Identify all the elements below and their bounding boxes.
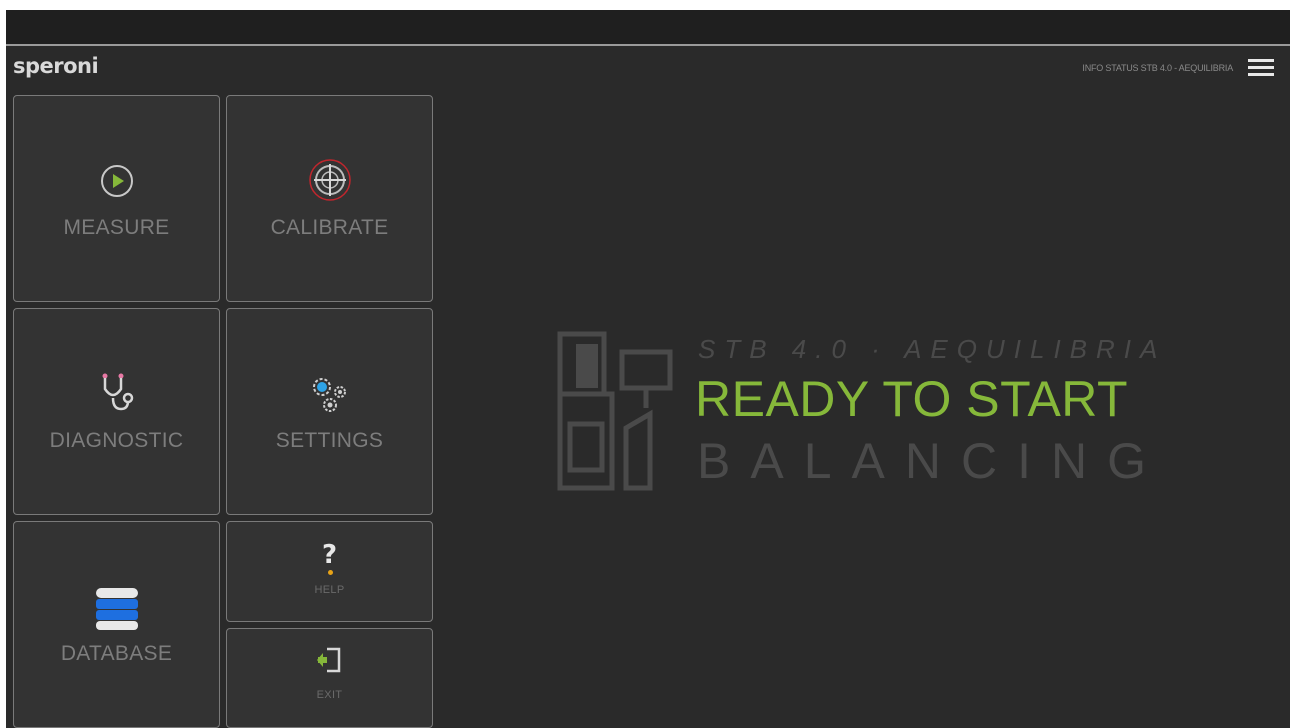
header: speroni INFO STATUS STB 4.0 - AEQUILIBRI…: [6, 46, 1290, 94]
balancing-subtitle: BALANCING: [697, 433, 1166, 489]
measure-button[interactable]: MEASURE: [13, 95, 220, 302]
help-dot-accent: [328, 570, 333, 575]
question-mark-icon: ?: [321, 540, 338, 570]
settings-button[interactable]: SETTINGS: [226, 308, 433, 515]
menu-button[interactable]: [1248, 56, 1276, 80]
database-icon: [95, 588, 138, 630]
ready-status-text: READY TO START: [695, 371, 1129, 427]
app-screen: speroni INFO STATUS STB 4.0 - AEQUILIBRI…: [6, 10, 1290, 728]
calibrate-label: CALIBRATE: [270, 216, 389, 239]
stethoscope-icon: [102, 373, 133, 411]
brand-logo: speroni: [13, 54, 99, 78]
status-hero: STB 4.0 · AEQUILIBRIA READY TO START BAL…: [554, 328, 1194, 498]
machine-model-title: STB 4.0 · AEQUILIBRIA: [698, 334, 1167, 364]
help-button[interactable]: ? HELP: [226, 521, 433, 622]
exit-label: EXIT: [316, 689, 343, 701]
play-circle-icon: [100, 165, 133, 197]
measure-label: MEASURE: [63, 216, 170, 239]
top-system-bar: [6, 10, 1290, 46]
crosshair-target-icon: [308, 159, 351, 201]
hamburger-menu-icon: [1248, 59, 1276, 76]
exit-button[interactable]: EXIT: [226, 628, 433, 728]
help-label: HELP: [314, 584, 345, 596]
settings-label: SETTINGS: [275, 429, 384, 452]
balancing-machine-icon: [557, 331, 673, 491]
database-button[interactable]: DATABASE: [13, 521, 220, 728]
diagnostic-label: DIAGNOSTIC: [49, 429, 184, 452]
exit-door-icon: [316, 647, 340, 673]
info-status-text[interactable]: INFO STATUS STB 4.0 - AEQUILIBRIA: [1082, 63, 1233, 73]
gears-icon: [312, 378, 346, 412]
calibrate-button[interactable]: CALIBRATE: [226, 95, 433, 302]
database-label: DATABASE: [60, 642, 173, 665]
diagnostic-button[interactable]: DIAGNOSTIC: [13, 308, 220, 515]
